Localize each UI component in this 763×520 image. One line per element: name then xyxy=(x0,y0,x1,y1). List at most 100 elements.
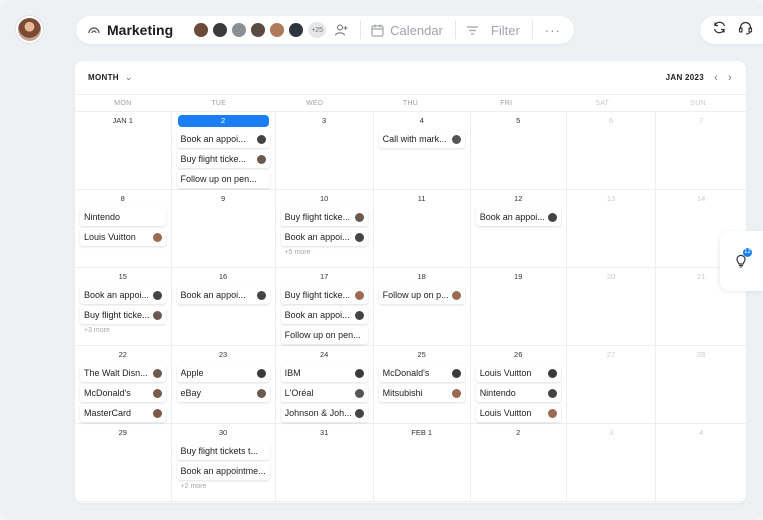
day-number: 6 xyxy=(608,116,614,125)
event-card[interactable]: McDonald's xyxy=(80,384,166,402)
insights-panel[interactable]: 12 xyxy=(720,231,763,291)
event-card[interactable]: Book an appoi... xyxy=(80,286,166,304)
event-card[interactable]: eBay xyxy=(176,384,270,402)
day-cell[interactable]: 30 Buy flight tickets t... Book an appoint… xyxy=(171,424,276,502)
member-count-badge[interactable]: +25 xyxy=(308,22,327,38)
user-avatar[interactable] xyxy=(16,16,43,43)
day-cell[interactable]: 2 xyxy=(470,424,567,502)
day-cell[interactable]: 3 xyxy=(275,112,374,190)
event-card[interactable]: Book an appoi... xyxy=(176,286,270,304)
event-title: Buy flight ticke... xyxy=(284,290,351,300)
day-cell[interactable]: 17 Buy flight ticke... Book an appoi... Fol… xyxy=(275,268,374,346)
day-cell[interactable]: 7 xyxy=(656,112,746,190)
day-cell[interactable]: 6 xyxy=(566,112,657,190)
day-cell[interactable]: 26 Louis Vuitton Nintendo Louis Vuitton xyxy=(470,346,567,424)
assignee-avatar xyxy=(152,388,162,398)
day-cell[interactable]: 10 Buy flight ticke... Book an appoi... +5 … xyxy=(275,190,374,268)
day-cell[interactable]: 20 xyxy=(566,268,657,346)
day-number: 26 xyxy=(514,350,523,359)
more-events-link[interactable]: +2 more xyxy=(181,483,272,490)
event-card[interactable]: Apple xyxy=(176,364,270,382)
board-title[interactable]: Marketing xyxy=(107,22,173,38)
event-card[interactable]: Follow up on p... xyxy=(378,286,465,304)
day-cell[interactable]: 3 xyxy=(566,424,657,502)
member-avatar[interactable] xyxy=(231,22,248,38)
day-cell[interactable]: JAN 1 xyxy=(75,112,172,190)
add-member-icon[interactable] xyxy=(334,23,348,37)
more-events-link[interactable]: +3 more xyxy=(84,327,168,334)
member-avatar[interactable] xyxy=(212,22,229,38)
event-title: Buy flight tickets t... xyxy=(180,446,259,456)
day-cell[interactable]: 18 Follow up on p... xyxy=(373,268,471,346)
member-avatar[interactable] xyxy=(250,22,267,38)
event-card[interactable]: Book an appoi... xyxy=(280,306,368,324)
day-cell[interactable]: 4 xyxy=(656,424,746,502)
event-title: Follow up on pen... xyxy=(284,330,361,340)
event-card[interactable]: Mitsubishi xyxy=(378,384,465,402)
event-card[interactable]: Follow up on pen... xyxy=(176,170,270,188)
assignee-avatar xyxy=(451,368,461,378)
event-card[interactable]: Buy flight ticke... xyxy=(80,306,166,324)
day-cell[interactable]: 28 xyxy=(656,346,746,424)
event-card[interactable]: L'Oréal xyxy=(280,384,368,402)
event-card[interactable]: Louis Vuitton xyxy=(475,364,561,382)
event-card[interactable]: The Walt Disn... xyxy=(80,364,166,382)
event-card[interactable]: Buy flight ticke... xyxy=(176,150,270,168)
day-cell[interactable]: 12 Book an appoi... xyxy=(470,190,567,268)
day-cell[interactable]: 13 xyxy=(566,190,657,268)
event-card[interactable]: Book an appoi... xyxy=(280,228,368,246)
day-cell[interactable]: FEB 1 xyxy=(373,424,471,502)
event-card[interactable]: Nintendo xyxy=(80,208,166,226)
more-events-link[interactable]: +5 more xyxy=(285,249,370,256)
event-card[interactable]: Book an appoi... xyxy=(176,130,270,148)
day-cell[interactable]: 29 xyxy=(75,424,172,502)
event-card[interactable]: MasterCard xyxy=(80,404,166,422)
next-month-icon[interactable]: › xyxy=(728,72,732,84)
event-card[interactable]: Buy flight tickets t... xyxy=(176,442,270,460)
event-card[interactable]: Johnson & Joh... xyxy=(280,404,368,422)
event-card[interactable]: Louis Vuitton xyxy=(475,404,561,422)
day-cell[interactable]: 25 McDonald's Mitsubishi xyxy=(373,346,471,424)
day-cell[interactable]: 11 xyxy=(373,190,471,268)
refresh-icon[interactable] xyxy=(712,20,727,40)
event-card[interactable]: Louis Vuitton xyxy=(80,228,166,246)
day-cell[interactable]: 31 xyxy=(275,424,374,502)
event-title: Nintendo xyxy=(479,388,516,398)
day-cell[interactable]: 16 Book an appoi... xyxy=(171,268,276,346)
day-cell[interactable]: 22 The Walt Disn... McDonald's MasterCard xyxy=(75,346,172,424)
day-cell[interactable]: 24 IBM L'Oréal Johnson & Joh... xyxy=(275,346,374,424)
event-card[interactable]: Buy flight ticke... xyxy=(280,286,368,304)
event-card[interactable]: McDonald's xyxy=(378,364,465,382)
day-cell[interactable]: 27 xyxy=(566,346,657,424)
filter-button[interactable]: Filter xyxy=(466,23,520,38)
day-cell[interactable]: 5 xyxy=(470,112,567,190)
event-card[interactable]: Nintendo xyxy=(475,384,561,402)
day-cell[interactable]: 23 Apple eBay xyxy=(171,346,276,424)
more-options-button[interactable]: ··· xyxy=(545,23,561,38)
day-cell[interactable]: 15 Book an appoi... Buy flight ticke... +3 … xyxy=(75,268,172,346)
day-cell[interactable]: 19 xyxy=(470,268,567,346)
event-card[interactable]: Call with mark... xyxy=(378,130,465,148)
prev-month-icon[interactable]: ‹ xyxy=(714,72,718,84)
day-cell[interactable]: 9 xyxy=(171,190,276,268)
member-avatar[interactable] xyxy=(269,22,286,38)
event-card[interactable]: IBM xyxy=(280,364,368,382)
assignee-avatar xyxy=(256,134,266,144)
event-card[interactable]: Book an appoi... xyxy=(475,208,561,226)
event-card[interactable]: Book an appointme... xyxy=(176,462,270,480)
calendar-view-button[interactable]: Calendar xyxy=(371,23,443,38)
assignee-avatar xyxy=(451,290,461,300)
event-card[interactable]: Follow up on pen... xyxy=(280,326,368,344)
day-number: 13 xyxy=(606,194,616,203)
event-title: McDonald's xyxy=(382,368,430,378)
event-card[interactable]: Buy flight ticke... xyxy=(280,208,368,226)
member-avatar[interactable] xyxy=(193,22,210,38)
day-cell[interactable]: 8 Nintendo Louis Vuitton xyxy=(75,190,172,268)
member-avatar[interactable] xyxy=(288,22,305,38)
assignee-avatar xyxy=(451,388,461,398)
headset-icon[interactable] xyxy=(738,20,753,40)
day-cell[interactable]: 4 Call with mark... xyxy=(373,112,471,190)
board-members[interactable]: +25 xyxy=(193,22,327,38)
view-selector[interactable]: MONTH ⌄ xyxy=(88,72,133,83)
day-cell[interactable]: 2 Book an appoi... Buy flight ticke... Foll… xyxy=(171,112,276,190)
